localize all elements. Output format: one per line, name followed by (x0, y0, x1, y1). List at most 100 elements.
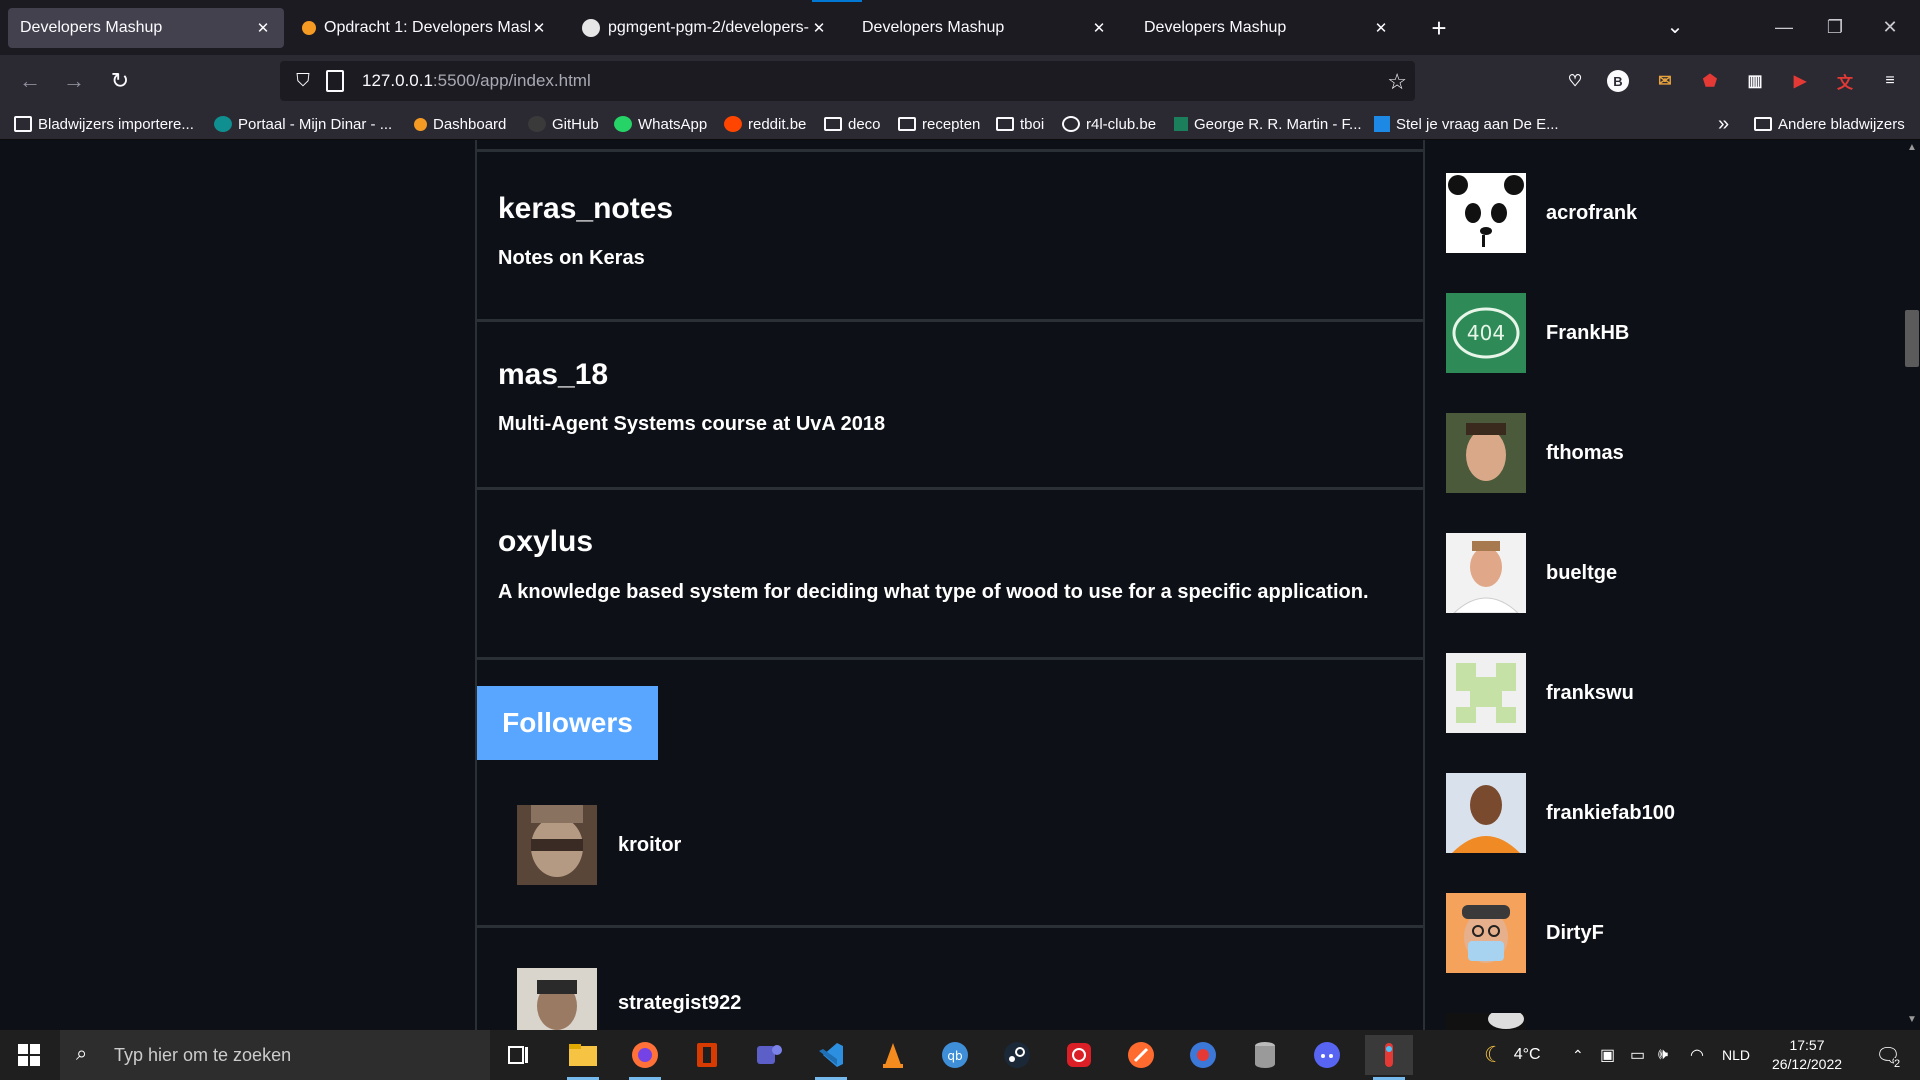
scroll-up-arrow-icon[interactable]: ▲ (1904, 142, 1920, 156)
show-hidden-icons-chevron-icon[interactable]: ⌃ (1572, 1030, 1584, 1080)
discord-icon[interactable] (1303, 1035, 1351, 1075)
grid-extension-icon[interactable]: ▥ (1742, 68, 1768, 94)
sidebar-user[interactable]: frankswu (1445, 653, 1865, 733)
teams-icon[interactable] (745, 1035, 793, 1075)
new-tab-button[interactable]: + (1424, 14, 1454, 44)
address-bar[interactable]: ⛉ 127.0.0.1:5500/app/index.html ☆ (280, 61, 1415, 101)
avatar[interactable] (1446, 893, 1526, 973)
tab-developers-mashup-active[interactable]: Developers Mashup ✕ (8, 8, 284, 48)
back-arrow-icon[interactable]: ← (14, 65, 46, 97)
avatar[interactable] (1446, 533, 1526, 613)
pocket-icon[interactable]: ♡ (1562, 68, 1588, 94)
bookmark-other-bookmarks[interactable]: Andere bladwijzers (1754, 113, 1905, 135)
follower-login[interactable]: kroitor (618, 834, 681, 857)
repo-name[interactable]: oxylus (498, 525, 593, 559)
youtube-extension-icon[interactable]: ▶ (1787, 68, 1813, 94)
bookmark-github[interactable]: GitHub (528, 113, 599, 135)
repo-name[interactable]: mas_18 (498, 358, 608, 392)
scroll-down-arrow-icon[interactable]: ▼ (1904, 1014, 1920, 1028)
bookmark-folder-tboi[interactable]: tboi (996, 113, 1044, 135)
scrollbar-thumb[interactable] (1905, 310, 1919, 367)
task-view-icon[interactable] (494, 1035, 542, 1075)
bookmark-stel-je-vraag[interactable]: Stel je vraag aan De E... (1374, 113, 1559, 135)
sidebar-user-login[interactable]: fthomas (1546, 442, 1624, 465)
avatar[interactable] (1446, 173, 1526, 253)
avatar[interactable] (1446, 653, 1526, 733)
avatar[interactable] (517, 805, 597, 885)
window-close-icon[interactable]: ✕ (1870, 12, 1910, 42)
tray-app-icon[interactable]: ▣ (1600, 1030, 1615, 1080)
language-indicator[interactable]: NLD (1722, 1030, 1750, 1080)
wifi-icon[interactable]: ◠ (1690, 1030, 1704, 1080)
sidebar-user-login[interactable]: FrankHB (1546, 322, 1629, 345)
creative-cloud-icon[interactable] (1055, 1035, 1103, 1075)
media-app-icon[interactable] (1179, 1035, 1227, 1075)
vlc-icon[interactable] (869, 1035, 917, 1075)
tab-developers-mashup-2[interactable]: Developers Mashup ✕ (850, 8, 1120, 48)
bookmark-star-icon[interactable]: ☆ (1387, 69, 1407, 95)
active-app-icon[interactable] (1365, 1035, 1413, 1080)
close-icon[interactable]: ✕ (254, 19, 272, 37)
brave-like-icon[interactable] (1117, 1035, 1165, 1075)
notification-center-icon[interactable]: 🗨 2 (1868, 1030, 1908, 1080)
list-all-tabs-button[interactable]: ⌄ (1660, 14, 1690, 44)
bookmarks-overflow-chevron-icon[interactable]: » (1718, 113, 1729, 135)
office-icon[interactable] (683, 1035, 731, 1075)
sidebar-user-login[interactable]: frankiefab100 (1546, 802, 1675, 825)
avatar[interactable]: 404 (1446, 293, 1526, 373)
extension-badge-icon[interactable]: ✉ (1652, 68, 1678, 94)
bookmark-whatsapp[interactable]: WhatsApp (614, 113, 707, 135)
sidebar-user-login[interactable]: DirtyF (1546, 922, 1604, 945)
tab-developers-mashup-3[interactable]: Developers Mashup ✕ (1132, 8, 1402, 48)
sidebar-user[interactable]: acrofrank (1445, 173, 1865, 253)
follower-item[interactable]: strategist922 (477, 928, 1423, 1030)
avatar[interactable] (517, 968, 597, 1030)
tab-github-repo[interactable]: pgmgent-pgm-2/developers-m ✕ (570, 8, 840, 48)
repo-name[interactable]: keras_notes (498, 192, 673, 226)
windows-start-icon[interactable] (0, 1030, 58, 1080)
database-icon[interactable] (1241, 1035, 1289, 1075)
close-icon[interactable]: ✕ (530, 19, 548, 37)
avatar[interactable] (1446, 413, 1526, 493)
avatar[interactable] (1446, 1013, 1526, 1030)
follower-login[interactable]: strategist922 (618, 992, 741, 1015)
volume-icon[interactable]: 🕪 (1658, 1030, 1668, 1080)
sidebar-user[interactable]: DirtyF (1445, 893, 1865, 973)
sidebar-user-login[interactable]: frankswu (1546, 682, 1634, 705)
avatar[interactable] (1446, 773, 1526, 853)
bookmark-dashboard[interactable]: Dashboard (414, 113, 506, 135)
close-icon[interactable]: ✕ (810, 19, 828, 37)
file-explorer-icon[interactable] (559, 1035, 607, 1080)
sidebar-user[interactable]: bueltge (1445, 533, 1865, 613)
taskbar-search-input[interactable]: ⌕ Typ hier om te zoeken (60, 1030, 490, 1080)
firefox-icon[interactable] (621, 1035, 669, 1080)
page-scrollbar[interactable]: ▲ ▼ (1904, 140, 1920, 1030)
forward-arrow-icon[interactable]: → (58, 65, 90, 97)
bookmark-reddit[interactable]: reddit.be (724, 113, 806, 135)
privacy-badger-icon[interactable]: ⬟ (1697, 68, 1723, 94)
translate-icon[interactable]: 文 (1832, 68, 1858, 94)
sidebar-user[interactable]: fthomas (1445, 413, 1865, 493)
restore-icon[interactable]: ❐ (1815, 12, 1855, 42)
sidebar-user-partial[interactable] (1445, 1013, 1865, 1030)
url-text[interactable]: 127.0.0.1:5500/app/index.html (362, 71, 591, 91)
reload-icon[interactable]: ↻ (104, 65, 136, 97)
vscode-icon[interactable] (807, 1035, 855, 1080)
sidebar-user-login[interactable]: acrofrank (1546, 202, 1637, 225)
tracking-shield-icon[interactable]: ⛉ (292, 70, 314, 92)
hamburger-menu-icon[interactable]: ≡ (1877, 68, 1903, 94)
steam-icon[interactable] (993, 1035, 1041, 1075)
bookmark-portaal[interactable]: Portaal - Mijn Dinar - ... (214, 113, 392, 135)
sidebar-user-login[interactable]: bueltge (1546, 562, 1617, 585)
b-extension-icon[interactable]: B (1607, 70, 1629, 92)
weather-widget[interactable]: ☾ 4°C (1484, 1030, 1541, 1080)
battery-icon[interactable]: ▭ (1630, 1030, 1645, 1080)
bookmark-george-rr-martin[interactable]: George R. R. Martin - F... (1174, 113, 1362, 135)
tab-opdracht[interactable]: Opdracht 1: Developers Mashup ✕ (290, 8, 560, 48)
clock[interactable]: 17:57 26/12/2022 (1762, 1036, 1852, 1076)
sidebar-user[interactable]: 404 FrankHB (1445, 293, 1865, 373)
qbittorrent-icon[interactable]: qb (931, 1035, 979, 1075)
bookmark-r4l-club[interactable]: r4l-club.be (1062, 113, 1156, 135)
minimize-icon[interactable]: — (1764, 12, 1804, 42)
page-info-icon[interactable] (326, 70, 344, 92)
